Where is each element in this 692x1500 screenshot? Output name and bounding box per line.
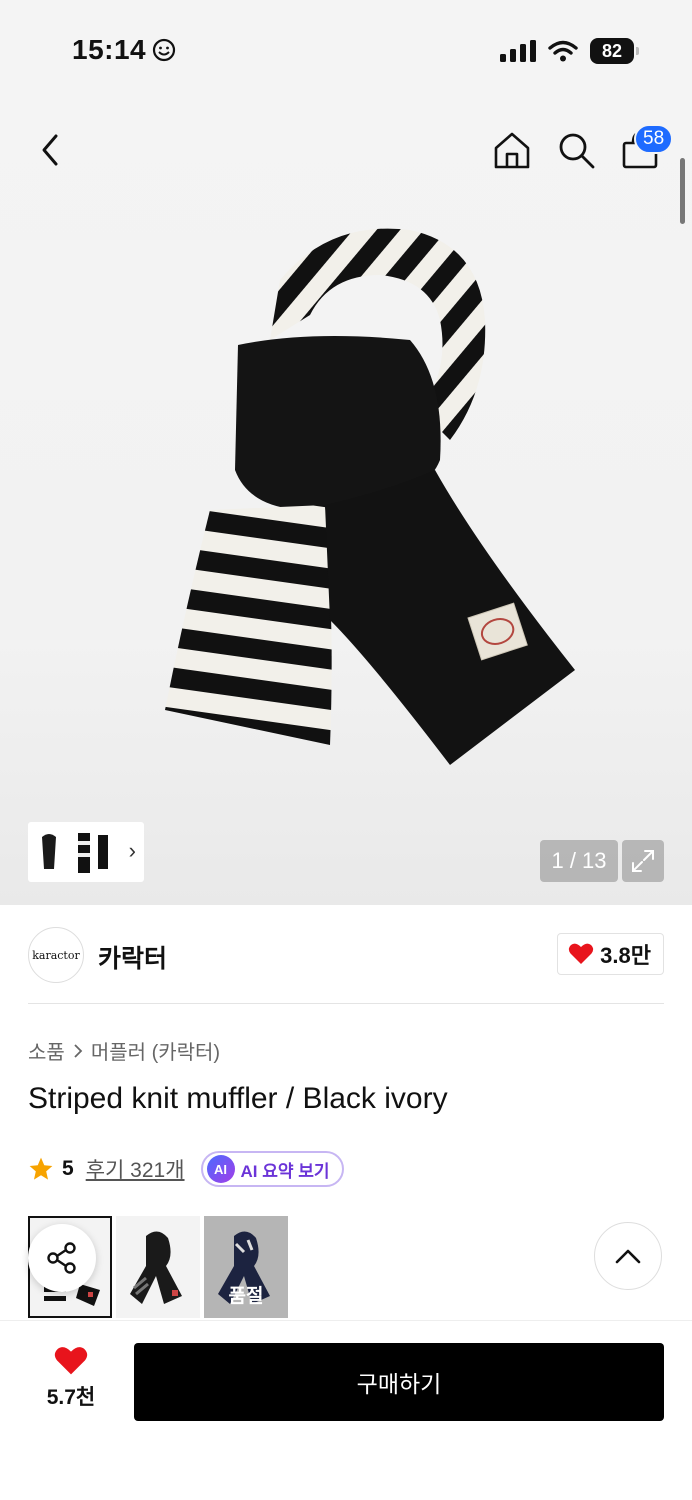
product-like-count: 5.7천 <box>46 1386 96 1409</box>
divider <box>28 1003 664 1004</box>
variant-thumbnail <box>130 1231 182 1304</box>
rating-row: 5 후기 321개 AI AI 요약 보기 <box>28 1150 344 1188</box>
status-time: 15:14 <box>72 34 176 66</box>
heart-icon <box>569 943 594 964</box>
brand-logo[interactable]: karactor <box>28 927 84 983</box>
chevron-left-icon <box>42 134 58 166</box>
star-icon <box>29 1157 53 1180</box>
share-button[interactable] <box>28 1224 96 1292</box>
brand-row: karactor 카락터 3.8만 <box>0 905 692 1005</box>
variant-option-2[interactable] <box>116 1216 200 1318</box>
search-button[interactable] <box>556 130 596 170</box>
home-icon <box>494 132 530 169</box>
review-link[interactable]: 후기 321개 <box>86 1154 185 1184</box>
cellular-signal-icon <box>500 40 536 62</box>
home-button[interactable] <box>492 130 532 170</box>
scrollbar[interactable] <box>680 158 685 224</box>
heart-icon <box>54 1347 88 1375</box>
rating-value: 5 <box>62 1157 74 1180</box>
brand-name[interactable]: 카락터 <box>98 939 167 975</box>
soldout-label: 품절 <box>228 1286 264 1307</box>
back-button[interactable] <box>30 128 70 172</box>
chevron-right-icon <box>74 1043 83 1058</box>
image-thumbnail-strip[interactable]: › <box>28 822 144 882</box>
product-image <box>165 228 575 765</box>
ai-icon: AI <box>206 1155 235 1183</box>
ai-summary-label: AI 요약 보기 <box>240 1161 330 1181</box>
wifi-icon <box>548 40 578 62</box>
breadcrumb: 소품 머플러 (카락터) <box>28 1036 220 1065</box>
cart-count-badge: 58 <box>634 124 674 154</box>
chevron-up-icon <box>615 1249 641 1264</box>
product-title: Striped knit muffler / Black ivory <box>28 1082 448 1115</box>
buy-button[interactable]: 구매하기 <box>134 1343 664 1421</box>
brand-like-button[interactable]: 3.8만 <box>557 933 664 975</box>
chevron-right-icon: › <box>128 838 136 863</box>
share-icon <box>47 1242 76 1274</box>
status-bar: 15:14 82 <box>0 0 692 100</box>
product-image-gallery[interactable]: 58 › 1 / 13 <box>0 0 692 905</box>
variant-option-3[interactable]: 품절 <box>204 1216 288 1318</box>
ai-summary-button[interactable]: AI AI 요약 보기 <box>200 1151 344 1187</box>
search-icon <box>559 133 595 169</box>
breadcrumb-subcategory[interactable]: 머플러 (카락터) <box>91 1036 220 1065</box>
expand-image-button[interactable] <box>622 840 664 882</box>
image-page-counter: 1 / 13 <box>540 840 618 882</box>
expand-icon <box>632 850 654 872</box>
smiley-icon <box>153 38 176 62</box>
thumbnail-image <box>36 833 108 873</box>
clock-text: 15:14 <box>72 34 147 65</box>
brand-like-count: 3.8만 <box>600 943 651 968</box>
product-like-button[interactable]: 5.7천 <box>30 1345 112 1425</box>
scroll-to-top-button[interactable] <box>594 1222 662 1290</box>
status-icons: 82 <box>500 38 639 64</box>
bottom-action-bar: 5.7천 구매하기 <box>0 1320 692 1500</box>
battery-indicator: 82 <box>590 38 639 64</box>
breadcrumb-category[interactable]: 소품 <box>28 1036 65 1065</box>
